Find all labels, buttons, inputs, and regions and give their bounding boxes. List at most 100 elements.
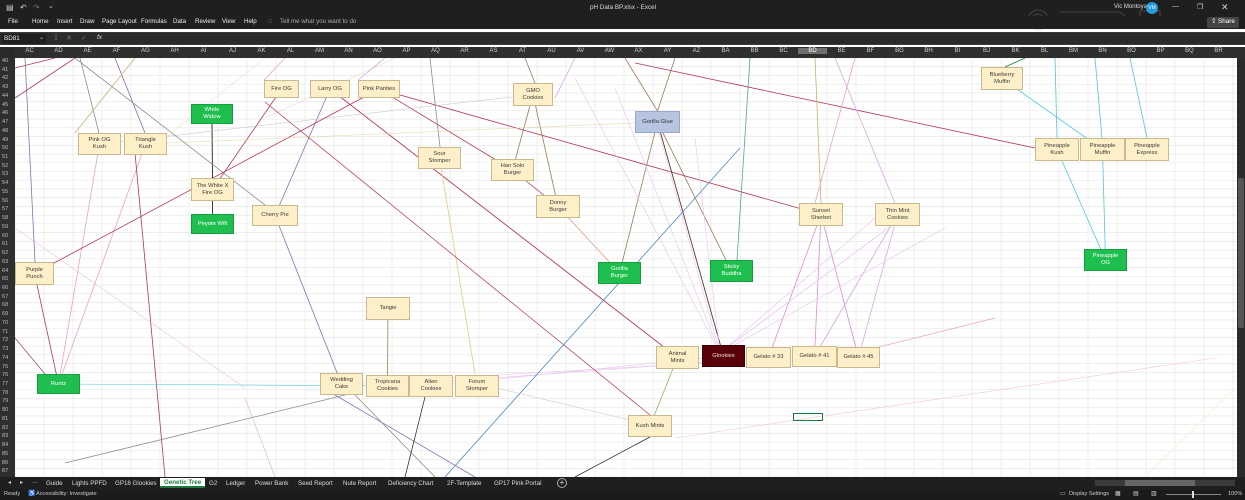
strain-node[interactable]: Triangle Kush	[124, 133, 167, 155]
insert-function-button[interactable]: fx	[97, 34, 102, 41]
row-header[interactable]: 64	[0, 268, 15, 275]
column-header[interactable]: BM	[1059, 48, 1088, 54]
strain-node[interactable]: Thin Mint Cookies	[875, 203, 920, 226]
column-header[interactable]: AH	[160, 48, 189, 54]
row-header[interactable]: 83	[0, 433, 15, 440]
column-header[interactable]: BQ	[1175, 48, 1204, 54]
undo-icon[interactable]: ↶	[20, 3, 27, 12]
strain-node[interactable]: Peyote Wifi	[191, 214, 234, 234]
tab-ledger[interactable]: Ledger	[222, 479, 249, 489]
row-header[interactable]: 51	[0, 154, 15, 161]
column-header[interactable]: BK	[1001, 48, 1030, 54]
row-header[interactable]: 49	[0, 137, 15, 144]
column-header[interactable]: AW	[595, 48, 624, 54]
column-header[interactable]: AQ	[421, 48, 450, 54]
save-icon[interactable]: ▤	[6, 3, 14, 12]
accessibility-status[interactable]: Accessibility: Investigate	[36, 491, 97, 497]
column-header[interactable]: AU	[537, 48, 566, 54]
row-header[interactable]: 48	[0, 128, 15, 135]
tab-guide[interactable]: Guide	[42, 479, 67, 489]
column-header[interactable]: AL	[276, 48, 305, 54]
column-header[interactable]: AE	[73, 48, 102, 54]
column-header[interactable]: AS	[479, 48, 508, 54]
menu-view[interactable]: View	[222, 18, 235, 25]
name-box-dropdown-icon[interactable]: ⌄	[39, 34, 44, 41]
strain-node[interactable]: Sticky Buddha	[710, 260, 753, 282]
strain-node[interactable]: Pineapple Express	[1125, 138, 1169, 161]
selected-cell-bd81[interactable]	[793, 413, 823, 421]
column-header[interactable]: BF	[856, 48, 885, 54]
strain-node[interactable]: Blueberry Muffin	[981, 67, 1023, 90]
strain-node[interactable]: GMO Cookies	[513, 83, 553, 106]
row-header[interactable]: 59	[0, 224, 15, 231]
strain-node[interactable]: Runtz	[37, 374, 80, 394]
tab-deficiency-chart[interactable]: Deficiency Chart	[384, 479, 437, 489]
column-header[interactable]: AT	[508, 48, 537, 54]
row-header[interactable]: 57	[0, 206, 15, 213]
menu-data[interactable]: Data	[173, 18, 186, 25]
tab-g2[interactable]: G2	[205, 479, 221, 489]
row-header[interactable]: 54	[0, 180, 15, 187]
column-header[interactable]: BB	[740, 48, 769, 54]
column-header[interactable]: AF	[102, 48, 131, 54]
column-header[interactable]: BC	[769, 48, 798, 54]
strain-node[interactable]: Alien Cookies	[409, 375, 453, 397]
zoom-level[interactable]: 100%	[1228, 491, 1242, 497]
strain-node[interactable]: Fire OG	[264, 80, 299, 98]
row-header[interactable]: 60	[0, 233, 15, 240]
customize-qat-icon[interactable]: ⌄	[48, 2, 54, 10]
strain-node[interactable]: Han Solo Burger	[491, 159, 534, 181]
column-header[interactable]: BI	[943, 48, 972, 54]
add-sheet-icon[interactable]: +	[557, 478, 567, 488]
column-header[interactable]: AZ	[682, 48, 711, 54]
worksheet-grid[interactable]: White Widow Fire OG Larry OG Pink Panties GM…	[15, 58, 1237, 477]
column-header[interactable]: BL	[1030, 48, 1059, 54]
column-header[interactable]: AN	[334, 48, 363, 54]
column-header[interactable]: BJ	[972, 48, 1001, 54]
close-icon[interactable]: ✕	[1221, 2, 1229, 13]
menu-page-layout[interactable]: Page Layout	[102, 18, 137, 25]
row-header[interactable]: 76	[0, 372, 15, 379]
page-layout-view-icon[interactable]: ▤	[1133, 490, 1139, 497]
row-header[interactable]: 42	[0, 75, 15, 82]
strain-node[interactable]: Purple Punch	[15, 262, 54, 285]
row-header[interactable]: 53	[0, 171, 15, 178]
row-header[interactable]: 61	[0, 241, 15, 248]
strain-node[interactable]: Tropicana Cookies	[366, 375, 409, 397]
strain-node[interactable]: Sour Stomper	[418, 147, 461, 169]
row-header[interactable]: 84	[0, 442, 15, 449]
column-header[interactable]: BG	[885, 48, 914, 54]
column-header[interactable]: AM	[305, 48, 334, 54]
share-button[interactable]: ⇪ Share	[1207, 17, 1239, 28]
row-header[interactable]: 52	[0, 163, 15, 170]
tab-gp18-glookies[interactable]: GP18 Glookies	[111, 479, 161, 489]
select-all-corner[interactable]	[0, 47, 15, 58]
row-header[interactable]: 82	[0, 425, 15, 432]
zoom-slider[interactable]	[1166, 491, 1221, 498]
column-header[interactable]: BA	[711, 48, 740, 54]
horizontal-scrollbar[interactable]	[1095, 480, 1235, 486]
row-header[interactable]: 87	[0, 468, 15, 475]
more-tabs-icon[interactable]: …	[32, 479, 38, 485]
enter-icon[interactable]: ✓	[81, 34, 87, 42]
column-header[interactable]: AI	[189, 48, 218, 54]
tab-2f-template[interactable]: 2F-Template	[443, 479, 485, 489]
cancel-icon[interactable]: ✕	[66, 34, 72, 42]
strain-node[interactable]: Pineapple OG	[1084, 249, 1127, 271]
strain-node[interactable]: Larry OG	[310, 80, 350, 98]
column-header[interactable]: BD	[798, 48, 827, 54]
strain-node[interactable]: Glookies	[702, 345, 745, 367]
column-header[interactable]: BR	[1204, 48, 1233, 54]
row-header[interactable]: 66	[0, 285, 15, 292]
row-header[interactable]: 62	[0, 250, 15, 257]
row-header[interactable]: 70	[0, 320, 15, 327]
menu-file[interactable]: File	[8, 18, 18, 25]
column-header[interactable]: BE	[827, 48, 856, 54]
row-header[interactable]: 80	[0, 407, 15, 414]
strain-node[interactable]: Gelato # 33	[746, 347, 791, 368]
strain-node[interactable]: Gelato # 41	[792, 346, 837, 367]
column-header[interactable]: BO	[1117, 48, 1146, 54]
row-header[interactable]: 56	[0, 198, 15, 205]
menu-home[interactable]: Home	[32, 18, 49, 25]
column-header[interactable]: BN	[1088, 48, 1117, 54]
